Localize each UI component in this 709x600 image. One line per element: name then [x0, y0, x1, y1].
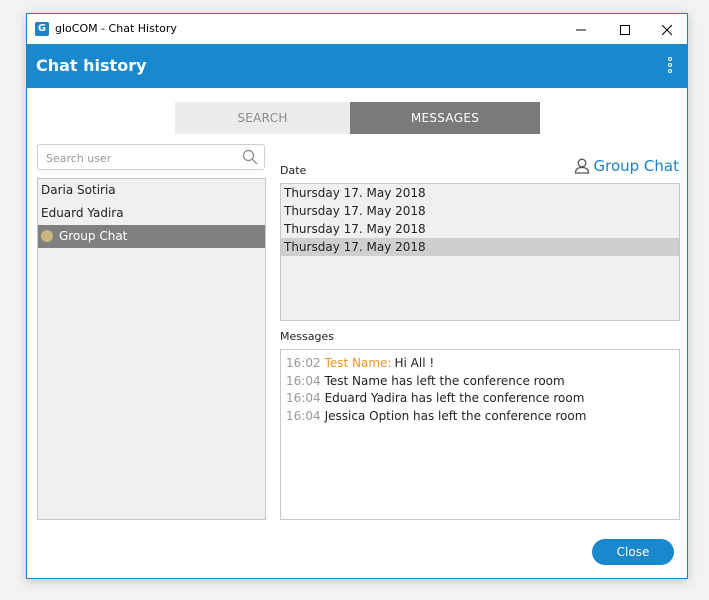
header-bar: Chat history	[27, 44, 687, 88]
message-time: 16:04	[286, 408, 321, 423]
message-text: Eduard Yadira has left the conference ro…	[324, 391, 585, 405]
messages-panel: 16:02 Test Name: Hi All ! 16:04 Test Name h…	[280, 349, 680, 520]
tab-messages[interactable]: MESSAGES	[350, 102, 540, 134]
tab-search[interactable]: SEARCH	[175, 102, 350, 134]
search-input[interactable]	[44, 146, 238, 170]
more-options-icon[interactable]	[667, 57, 675, 77]
chat-history-window: G gloCOM - Chat History Chat history SEA…	[26, 13, 688, 579]
date-label: Date	[280, 164, 307, 177]
messages-label: Messages	[280, 330, 334, 343]
message-text: Jessica Option has left the conference r…	[324, 408, 587, 423]
close-button[interactable]: Close	[592, 539, 674, 565]
message-sender: Test Name:	[324, 356, 392, 370]
close-window-button[interactable]	[647, 16, 687, 42]
message-line: 16:04 Jessica Option has left the confere…	[281, 408, 679, 426]
user-item-eduard-yadira[interactable]: Eduard Yadira	[38, 202, 265, 225]
user-name: Daria Sotiria	[41, 183, 116, 197]
user-name: Eduard Yadira	[41, 206, 124, 220]
minimize-icon	[576, 29, 586, 31]
search-field	[37, 144, 265, 170]
date-item[interactable]: Thursday 17. May 2018	[281, 220, 679, 238]
date-list: Thursday 17. May 2018 Thursday 17. May 2…	[280, 183, 680, 321]
maximize-icon	[620, 25, 630, 35]
page-title: Chat history	[36, 56, 147, 75]
close-icon	[662, 25, 672, 35]
user-list: Daria Sotiria Eduard Yadira Group Chat	[37, 178, 266, 520]
message-line: 16:04 Test Name has left the conference r…	[281, 373, 679, 391]
message-time: 16:04	[286, 373, 321, 388]
message-time: 16:02	[286, 356, 321, 370]
message-time: 16:04	[286, 391, 321, 405]
user-item-group-chat[interactable]: Group Chat	[38, 225, 265, 248]
date-item[interactable]: Thursday 17. May 2018	[281, 202, 679, 220]
group-avatar-icon	[41, 230, 53, 242]
search-icon[interactable]	[242, 149, 258, 165]
maximize-button[interactable]	[605, 16, 645, 42]
message-text: Hi All !	[394, 356, 435, 370]
date-item-selected[interactable]: Thursday 17. May 2018	[281, 238, 679, 256]
group-chat-label: Group Chat	[593, 157, 680, 175]
user-name: Group Chat	[59, 229, 128, 243]
window-title: gloCOM - Chat History	[55, 22, 177, 35]
minimize-button[interactable]	[561, 16, 601, 42]
title-bar: G gloCOM - Chat History	[27, 14, 687, 44]
message-line: 16:02 Test Name: Hi All !	[281, 355, 679, 373]
date-item[interactable]: Thursday 17. May 2018	[281, 184, 679, 202]
user-icon	[574, 158, 589, 174]
user-item-daria-sotiria[interactable]: Daria Sotiria	[38, 179, 265, 202]
group-chat-link[interactable]: Group Chat	[574, 157, 680, 175]
message-text: Test Name has left the conference room	[324, 373, 565, 388]
app-logo-icon: G	[35, 22, 49, 36]
message-line: 16:04 Eduard Yadira has left the conferen…	[281, 390, 679, 408]
